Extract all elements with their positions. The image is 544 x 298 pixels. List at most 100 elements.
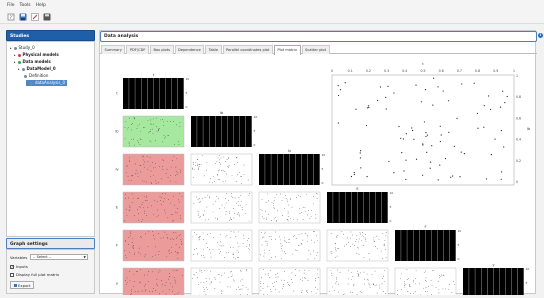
tree-item[interactable]: ▸ Physical models [14,52,59,58]
tree-item[interactable]: ▸ Study_0 [10,45,35,51]
histogram-bar [437,230,444,261]
definition-icon [24,74,27,78]
big-scatter-point [353,173,355,176]
scatter-point [299,213,301,215]
scatter-point [179,193,180,194]
scatter-point [271,257,272,258]
scatter-cell [258,229,321,262]
big-scatter-point [459,176,461,178]
big-scatter-point [337,84,339,87]
edit-icon[interactable] [30,12,39,21]
save-all-icon[interactable] [42,12,51,21]
scatter-point [361,234,363,236]
scatter-point [144,290,146,292]
scatter-point [265,210,267,212]
scatter-point [308,209,310,211]
histogram-bar [357,192,364,223]
scatter-point [287,213,289,215]
scatter-point [218,179,219,181]
scatter-point [203,175,205,177]
scatter-point [129,271,131,272]
big-scatter-point [367,105,370,107]
scatter-point [335,256,337,258]
scatter-point [339,272,341,273]
inputs-checkbox[interactable]: ✓ [10,264,14,269]
scatter-point [193,274,194,276]
big-scatter-point [448,131,450,133]
big-scatter-point [499,106,502,108]
tree-item-label: Physical models [22,52,59,57]
scatter-point [219,162,220,163]
scatter-point [235,181,237,182]
scatter-point [148,271,149,272]
scatter-point [155,246,157,248]
scatter-point [230,218,232,220]
menu-file[interactable]: File [7,3,15,8]
tree-item[interactable]: dataAnalysis_0 [26,80,68,86]
expand-arrow-icon[interactable]: ▸ [14,52,16,58]
scatter-point [174,279,176,281]
scatter-point [226,193,228,194]
tab-summary[interactable]: Summary [101,45,126,54]
histogram-title: t [153,73,155,77]
scatter-point [219,208,221,209]
display-full-checkbox[interactable] [10,272,14,277]
variables-select[interactable]: -- Select -- ▼ [30,254,89,260]
scatter-point [439,277,441,279]
histogram-bar [313,154,320,185]
tree-item[interactable]: ▸ Data models [14,59,51,65]
menu-tools[interactable]: Tools [20,3,31,8]
save-icon[interactable] [18,12,27,21]
scatter-point [344,245,345,247]
scatter-point [425,277,427,279]
tab-scatter-plot[interactable]: Scatter plot [301,45,330,54]
tab-box-plots[interactable]: Box plots [149,45,174,54]
scatter-point [227,286,229,288]
expand-arrow-icon[interactable]: ▸ [10,45,12,51]
scatter-point [289,218,291,220]
scatter-point [151,271,153,273]
scatter-point [313,250,314,252]
scatter-point [146,195,147,197]
scatter-point [161,283,163,285]
new-study-icon[interactable]: ? [6,12,15,21]
scatter-point [156,215,158,217]
tab-pdf-cdf[interactable]: PDF/CDF [126,45,149,54]
histogram-bar [197,116,203,147]
scatter-point [128,197,129,199]
histogram-bar [381,192,388,223]
histogram-bar [135,78,141,109]
scatter-point [260,290,262,292]
scatter-point [263,255,265,257]
scatter-point [159,270,161,272]
scatter-point [365,238,366,240]
tab-dependence[interactable]: Dependence [174,45,205,54]
scatter-point [224,272,225,274]
studies-header: Studies [6,30,95,41]
scatter-point [270,291,272,292]
expand-arrow-icon[interactable]: ▸ [14,59,16,65]
scatter-point [438,289,440,290]
info-icon[interactable]: i [538,33,543,38]
expand-arrow-icon[interactable]: ▸ [18,66,20,72]
scatter-point [173,144,175,145]
scatter-point [380,250,382,252]
scatter-point [158,271,159,273]
tree-item[interactable]: Definition [22,73,48,79]
scatter-point [286,199,288,201]
scatter-point [147,274,148,276]
scatter-point [124,220,126,222]
scatter-point [157,285,159,286]
histogram-bar [505,268,512,298]
tab-plot-matrix[interactable]: Plot matrix [273,45,301,55]
scatter-point [381,232,383,234]
scatter-point [162,169,164,170]
histogram-bar [221,116,228,147]
tab-table[interactable]: Table [205,45,222,54]
tab-parallel-coordinates-plot[interactable]: Parallel coordinates plot [222,45,273,54]
histogram-bar [345,192,352,223]
tree-item[interactable]: ▸ DataModel_0 [18,66,56,72]
menu-help[interactable]: Help [36,3,46,8]
export-button[interactable]: Export [10,281,34,289]
scatter-point [371,274,373,276]
